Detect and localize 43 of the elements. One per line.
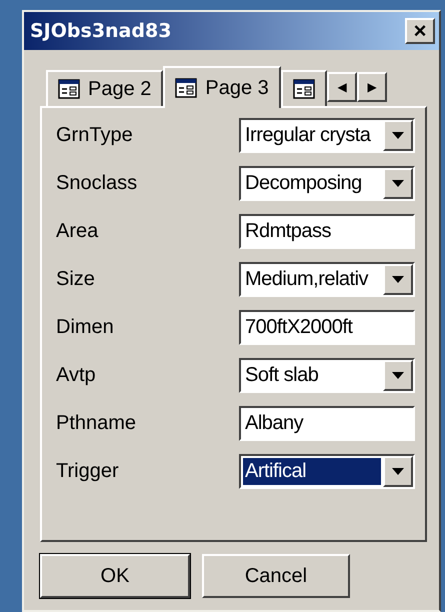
tab[interactable] — [280, 70, 327, 106]
input-field[interactable]: Rdmtpass — [239, 214, 415, 249]
field-label: Pthname — [56, 412, 136, 435]
dropdown-field[interactable]: Medium,relativ — [239, 262, 415, 297]
tab[interactable]: Page 3 — [163, 66, 281, 108]
dropdown-field[interactable]: Decomposing — [239, 166, 415, 201]
dialog-button[interactable]: OK — [40, 554, 190, 598]
dropdown-value: Artifical — [243, 458, 381, 485]
field-label: GrnType — [56, 124, 133, 147]
field-label: Area — [56, 220, 98, 243]
input-field[interactable]: 700ftX2000ft — [239, 310, 415, 345]
dropdown-button[interactable] — [383, 120, 413, 151]
tab-scroll-button[interactable]: ▶ — [356, 72, 387, 102]
tab[interactable]: Page 2 — [46, 70, 164, 106]
tab-scroll-button[interactable]: ◀ — [326, 72, 357, 102]
dropdown-value: Irregular crysta — [244, 123, 372, 148]
field-label: Snoclass — [56, 172, 138, 195]
dropdown-button[interactable] — [383, 456, 413, 487]
dropdown-value: Decomposing — [244, 171, 363, 196]
form-icon — [175, 78, 198, 98]
dropdown-field[interactable]: Artifical — [239, 454, 415, 489]
input-field[interactable]: Albany — [239, 406, 415, 441]
dropdown-field[interactable]: Soft slab — [239, 358, 415, 393]
dropdown-button[interactable] — [383, 168, 413, 199]
dropdown-field[interactable]: Irregular crysta — [239, 118, 415, 153]
dropdown-value: Soft slab — [244, 363, 320, 388]
dropdown-arrow-icon — [392, 372, 404, 379]
dropdown-arrow-icon — [392, 132, 404, 139]
form-icon — [58, 79, 80, 99]
dropdown-arrow-icon — [392, 468, 404, 475]
field-label: Size — [56, 268, 95, 291]
field-label: Dimen — [56, 316, 114, 339]
field-label: Avtp — [56, 364, 96, 387]
dropdown-button[interactable] — [383, 360, 413, 391]
dropdown-arrow-icon — [392, 276, 404, 283]
form-icon — [292, 79, 315, 99]
window-title: SJObs3nad83 — [30, 20, 172, 42]
dialog-button[interactable]: Cancel — [202, 554, 350, 598]
field-label: Trigger — [56, 460, 119, 483]
close-button[interactable]: × — [405, 18, 435, 44]
dropdown-value: Medium,relativ — [244, 267, 370, 292]
dropdown-arrow-icon — [392, 180, 404, 187]
dropdown-button[interactable] — [383, 264, 413, 295]
